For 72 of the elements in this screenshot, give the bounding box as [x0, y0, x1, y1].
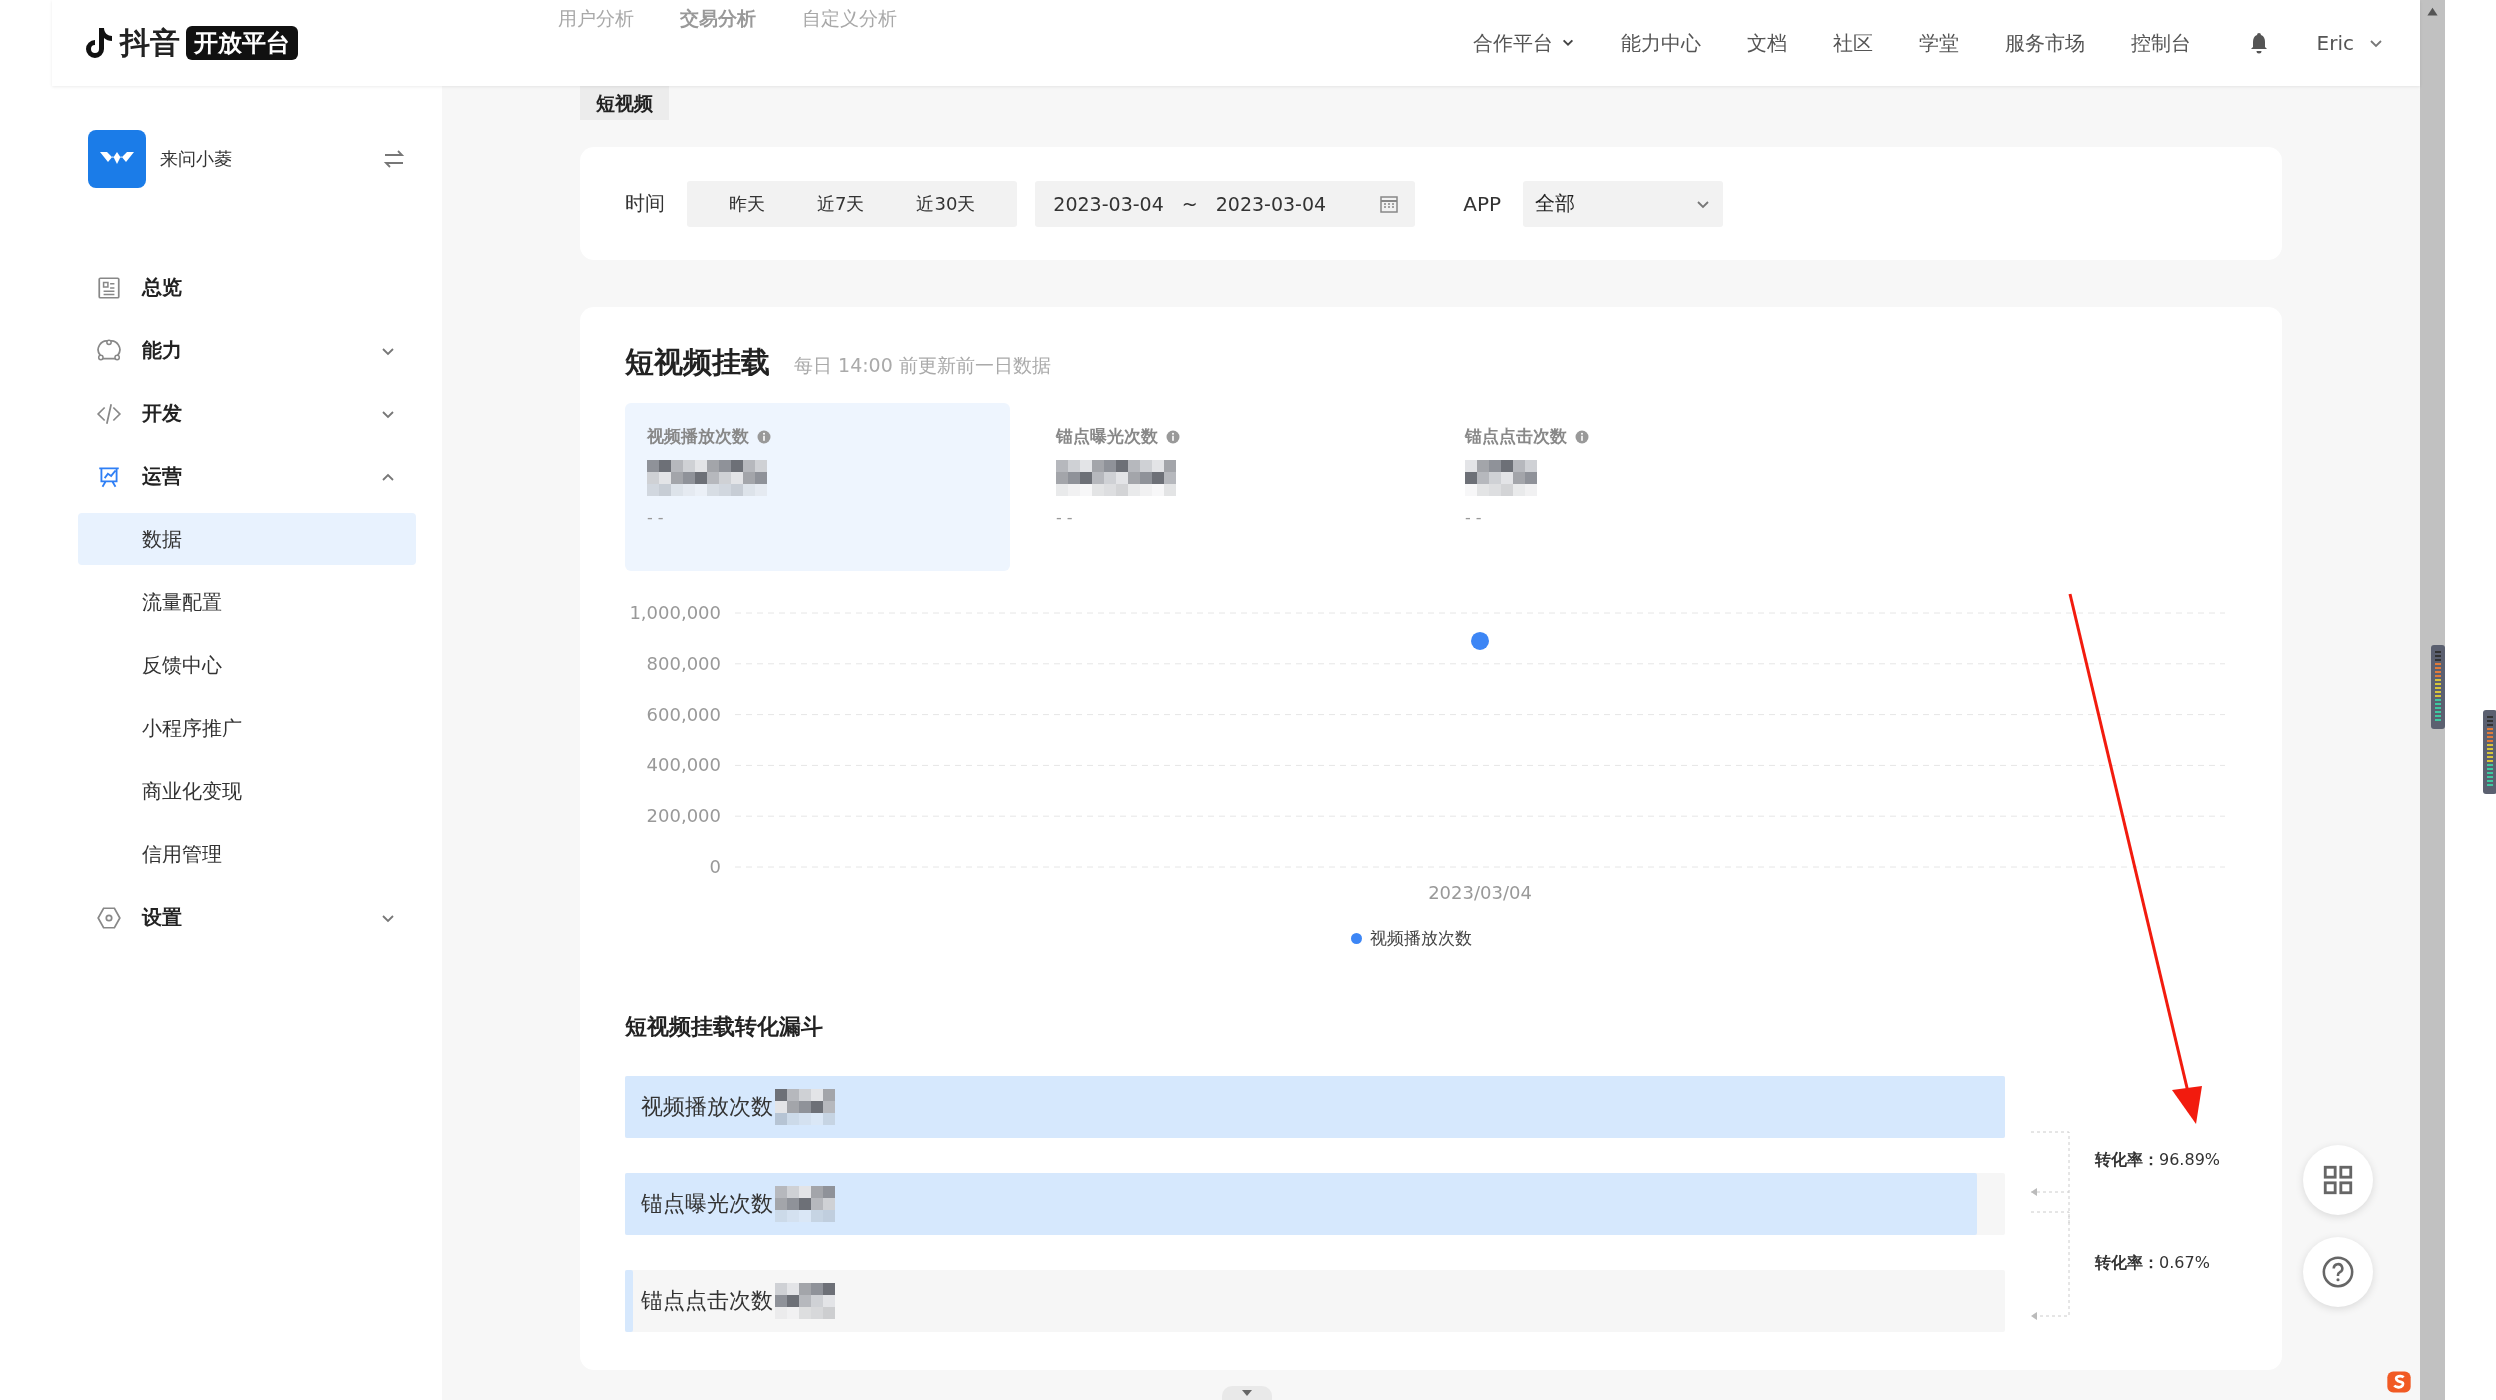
date-range-field[interactable]: 2023-03-04 ~ 2023-03-04	[1035, 180, 1416, 227]
app-label: APP	[1463, 191, 1502, 216]
nav-link[interactable]: 学堂	[1918, 29, 1959, 57]
info-icon	[757, 429, 771, 444]
sidebar-subitem[interactable]: 小程序推广	[78, 702, 416, 754]
qr-code-icon	[2321, 1163, 2355, 1197]
calendar-icon	[1379, 193, 1400, 214]
section-title: 短视频挂载	[625, 344, 770, 381]
level-meter-icon	[2430, 645, 2446, 729]
y-axis-label: 600,000	[646, 703, 721, 725]
info-icon	[1575, 429, 1589, 444]
logo-badge: 开放平台	[186, 26, 298, 60]
funnel-label: 锚点曝光次数	[641, 1190, 773, 1218]
nav-link[interactable]: 合作平台	[1472, 29, 1575, 57]
stat-card[interactable]: 锚点曝光次数 - -	[1034, 403, 1419, 571]
update-note: 每日 14:00 前更新前一日数据	[794, 353, 1051, 378]
y-axis-label: 800,000	[646, 652, 721, 674]
sidebar-item[interactable]: 总览	[78, 256, 416, 319]
sidebar-item[interactable]: 设置	[78, 886, 416, 949]
sidebar-subitem[interactable]: 商业化变现	[78, 765, 416, 817]
data-point[interactable]	[1471, 631, 1489, 650]
funnel-title: 短视频挂载转化漏斗	[625, 1013, 824, 1041]
app-select[interactable]: 全部	[1523, 180, 1724, 227]
conversion-rate: 转化率：0.67%	[2095, 1253, 2211, 1274]
collapse-handle[interactable]	[1222, 1386, 1272, 1400]
sidebar-item[interactable]: 开发	[78, 382, 416, 445]
sidebar-item[interactable]: 运营	[78, 445, 416, 508]
stat-card[interactable]: 锚点点击次数 - -	[1443, 403, 1828, 571]
range-option[interactable]: 近7天	[791, 180, 891, 227]
stat-label: 锚点曝光次数	[1056, 425, 1158, 448]
stat-change: - -	[647, 508, 665, 527]
nav-link[interactable]: 能力中心	[1620, 29, 1701, 57]
funnel-label: 锚点点击次数	[641, 1287, 773, 1315]
range-option[interactable]: 近30天	[890, 180, 1002, 227]
conversion-rate: 转化率：96.89%	[2095, 1150, 2220, 1171]
logo-text: 抖音	[120, 23, 180, 62]
nav-link[interactable]: 控制台	[2130, 29, 2191, 57]
y-axis-label: 200,000	[646, 805, 721, 827]
music-note-icon	[84, 26, 114, 60]
info-icon	[1166, 429, 1180, 444]
x-axis-label: 2023/03/04	[1428, 882, 1532, 903]
pixelated-value	[775, 1283, 835, 1319]
tab[interactable]: 短视频	[580, 86, 669, 120]
nav-link[interactable]: 文档	[1746, 29, 1787, 57]
pixelated-value	[775, 1089, 835, 1125]
y-axis-label: 0	[709, 856, 721, 877]
stat-label: 锚点点击次数	[1465, 425, 1567, 448]
legend-label: 视频播放次数	[1369, 927, 1472, 950]
sidebar-subitem[interactable]: 数据	[78, 513, 416, 565]
help-icon	[2321, 1255, 2355, 1289]
nav-link[interactable]: 服务市场	[2004, 29, 2085, 57]
sidebar-item[interactable]: 能力	[78, 319, 416, 382]
hexagon-icon	[96, 904, 122, 931]
sidebar-subitem[interactable]: 反馈中心	[78, 639, 416, 691]
level-meter-icon	[2482, 710, 2496, 794]
stat-change: - -	[1465, 508, 1483, 527]
stat-change: - -	[1056, 508, 1074, 527]
range-option[interactable]: 昨天	[703, 180, 791, 227]
stat-label: 视频播放次数	[647, 425, 749, 448]
app-logo-icon	[88, 130, 146, 188]
time-label: 时间	[625, 190, 665, 217]
y-axis-label: 1,000,000	[629, 602, 721, 623]
y-axis-label: 400,000	[646, 754, 721, 776]
dashboard-icon	[96, 274, 122, 301]
pixelated-value	[775, 1186, 835, 1222]
sidebar-subitem[interactable]: 流量配置	[78, 576, 416, 628]
funnel-label: 视频播放次数	[641, 1093, 773, 1121]
sidebar-subitem[interactable]: 信用管理	[78, 828, 416, 880]
app-name: 来问小菱	[160, 147, 232, 171]
pixelated-value	[1465, 460, 1537, 496]
user-menu[interactable]: Eric	[2316, 31, 2384, 55]
nav-link[interactable]: 社区	[1832, 29, 1873, 57]
